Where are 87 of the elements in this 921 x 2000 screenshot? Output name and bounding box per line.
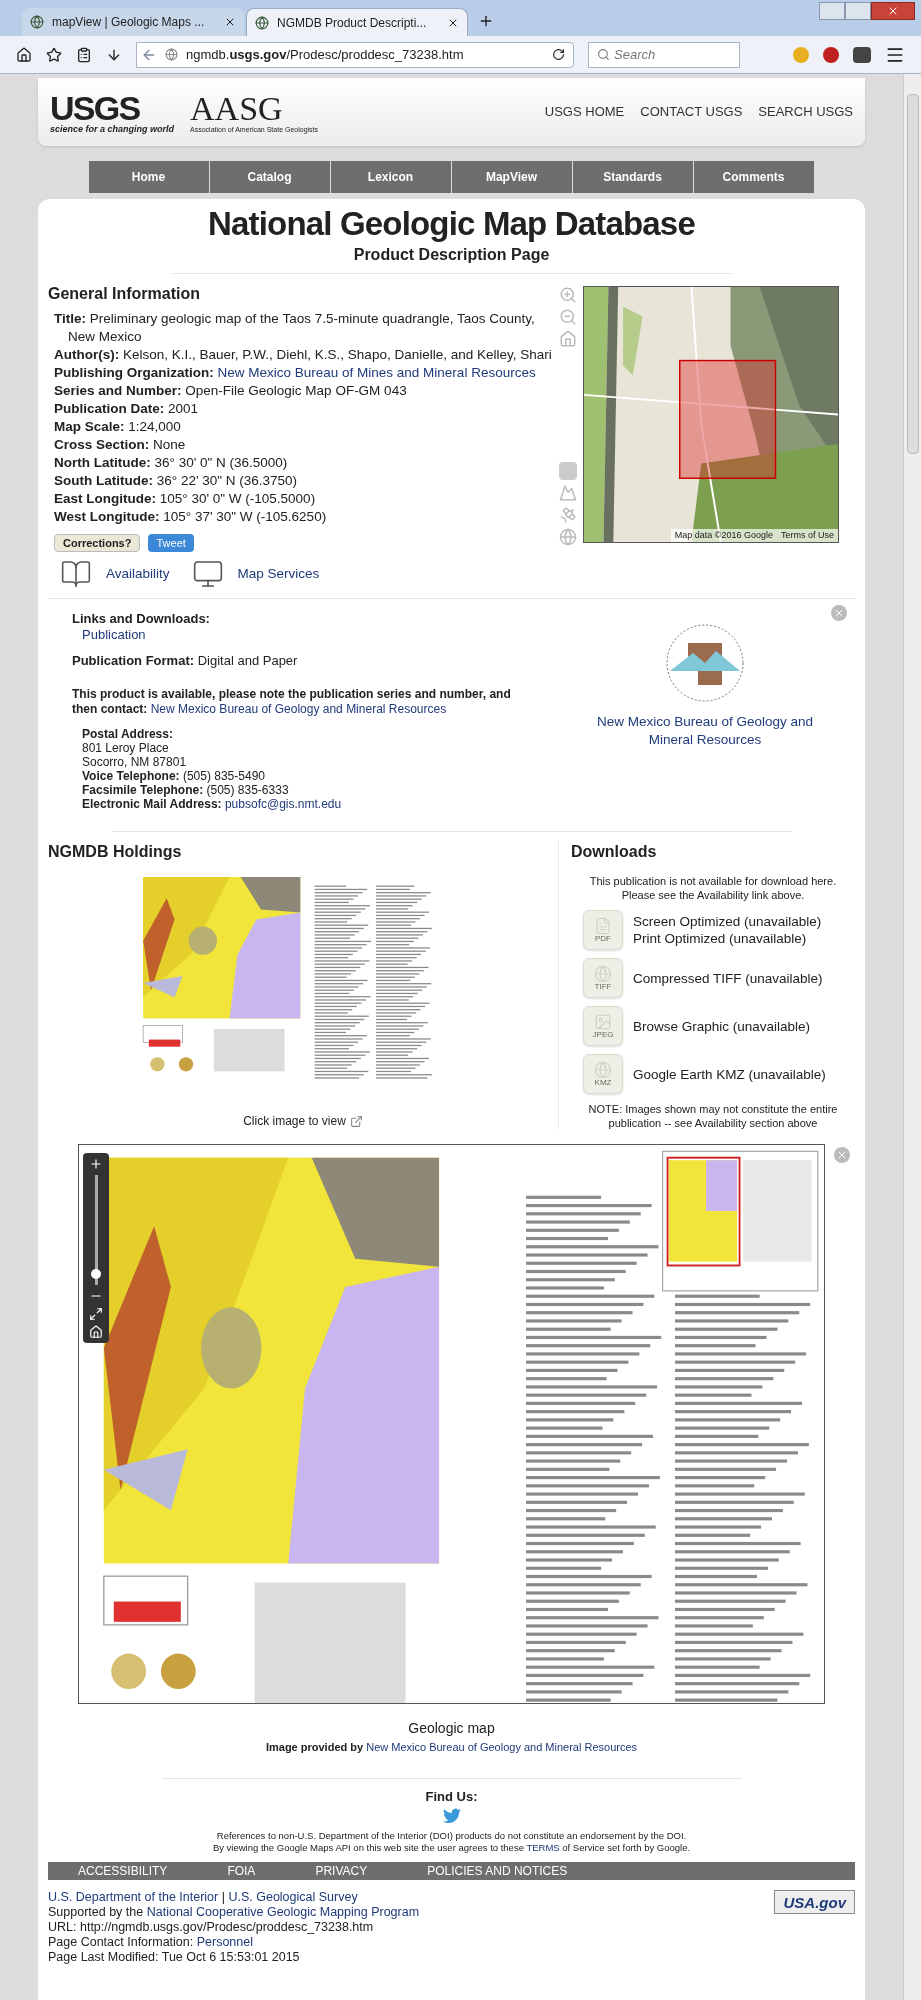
nav-tab[interactable]: Catalog	[209, 161, 331, 193]
browser-tab[interactable]: mapView | Geologic Maps ...	[22, 8, 244, 36]
info-field: Publishing Organization: New Mexico Bureau of Mines and Mineral Resources	[54, 364, 554, 382]
map-attribution: Map data ©2016 Google	[673, 528, 774, 542]
search-field[interactable]: Search	[588, 41, 740, 68]
download-note: This publication is not available for download here.	[588, 874, 838, 888]
organization-link[interactable]: New Mexico Bureau of Mines and Mineral Resources	[217, 365, 536, 380]
section-heading: Downloads	[571, 842, 658, 862]
publication-link[interactable]: Publication	[72, 627, 555, 643]
page-subtitle: Product Description Page	[352, 245, 551, 265]
download-option: Google Earth KMZ (unavailable)	[633, 1065, 826, 1083]
links-heading: Links and Downloads:	[72, 611, 211, 627]
section-heading: General Information	[48, 284, 202, 304]
header-link[interactable]: SEARCH USGS	[758, 102, 853, 122]
header-link[interactable]: USGS HOME	[544, 102, 625, 122]
info-field: Author(s): Kelson, K.I., Bauer, P.W., Diehl, K.S., Shapo, Danielle, and Kelley, Shari	[54, 346, 554, 364]
footer-text: Supported by the National Cooperative Geologic Mapping Program	[48, 1905, 421, 1920]
terms-text: By viewing the Google Maps API on this web site the user agrees to these TERMS of Service set forth by Google.	[211, 1842, 692, 1854]
find-us-label: Find Us:	[424, 1787, 479, 1806]
aasg-logo[interactable]: AASG	[190, 91, 319, 126]
publication-format: Publication Format: Digital and Paper	[72, 653, 299, 669]
download-option: Browse Graphic (unavailable)	[633, 1017, 811, 1035]
footer-text-link[interactable]: U.S. Geological Survey	[228, 1890, 358, 1904]
download-option: Compressed TIFF (unavailable)	[633, 969, 823, 987]
corrections-button[interactable]: Corrections?	[54, 534, 141, 552]
address-line: Postal Address:	[82, 727, 174, 741]
availability-note: This product is available, please note the publication series and number, and then contact: New Mexico Bureau of Geology and Mineral Resources	[72, 687, 512, 717]
info-field: Publication Date: 2001	[54, 400, 554, 418]
address-line: Socorro, NM 87801	[82, 755, 188, 769]
page-title: National Geologic Map Database	[207, 205, 696, 243]
download-note: Please see the Availability link above.	[620, 888, 806, 902]
footer-text: U.S. Department of the Interior | U.S. Geological Survey	[48, 1890, 359, 1905]
footer-link[interactable]: POLICIES AND NOTICES	[427, 1862, 568, 1880]
download-footnote: NOTE: Images shown may not constitute the entire	[587, 1102, 839, 1116]
terms-link[interactable]: TERMS	[526, 1842, 560, 1853]
email-link[interactable]: pubsofc@gis.nmt.edu	[224, 797, 342, 811]
usa-gov-logo[interactable]: USA.gov	[774, 1890, 855, 1914]
address-line: Voice Telephone: (505) 835-5490	[82, 769, 266, 783]
click-note: Click image to view	[243, 1113, 346, 1130]
address-line: 801 Leroy Place	[82, 741, 170, 755]
nav-tab[interactable]: Comments	[693, 161, 815, 193]
nav-tab[interactable]: Lexicon	[330, 161, 452, 193]
download-option: Screen Optimized (unavailable)	[633, 913, 822, 930]
nav-tab[interactable]: Home	[88, 161, 210, 193]
header-link[interactable]: CONTACT USGS	[640, 102, 743, 122]
kmz-file-icon: KMZ	[583, 1054, 623, 1094]
footer-text-link[interactable]: National Cooperative Geologic Mapping Program	[146, 1905, 420, 1919]
nav-tab[interactable]: MapView	[451, 161, 573, 193]
usgs-logo[interactable]: USGS	[50, 90, 175, 125]
section-heading: NGMDB Holdings	[48, 842, 183, 862]
availability-link[interactable]: Availability	[106, 563, 170, 585]
info-field: Title: Preliminary geologic map of the Taos 7.5-minute quadrangle, Taos County, New Mexico	[54, 310, 554, 346]
footer-link[interactable]: FOIA	[227, 1862, 256, 1880]
pdf-file-icon: PDF	[583, 910, 623, 950]
footer-text-link[interactable]: Personnel	[196, 1935, 253, 1949]
address-line: Facsimile Telephone: (505) 835-6333	[82, 783, 290, 797]
info-field: Map Scale: 1:24,000	[54, 418, 554, 436]
map-services-link[interactable]: Map Services	[237, 563, 320, 585]
image-credit: Image provided by New Mexico Bureau of Geology and Mineral Resources	[264, 1740, 639, 1755]
terms-link[interactable]: Terms of Use	[777, 528, 838, 542]
footer-text: Page Contact Information: Personnel	[48, 1935, 254, 1950]
address-line: Electronic Mail Address: pubsofc@gis.nmt.edu	[82, 797, 343, 811]
download-footnote: publication -- see Availability section above	[607, 1116, 819, 1130]
info-field: West Longitude: 105° 37' 30" W (-105.6250)	[54, 508, 554, 526]
viewer-caption: Geologic map	[407, 1719, 496, 1738]
disclaimer-text: References to non-U.S. Department of the Interior (DOI) products do not constitute an endorsement by the DOI.	[215, 1830, 688, 1842]
info-field: South Latitude: 36° 22' 30" N (36.3750)	[54, 472, 554, 490]
info-field: East Longitude: 105° 30' 0" W (-105.5000)	[54, 490, 554, 508]
footer-text: URL: http://ngmdb.usgs.gov/Prodesc/proddesc_73238.htm	[48, 1920, 375, 1935]
browser-tab[interactable]: NGMDB Product Descripti...	[246, 8, 468, 36]
jpeg-file-icon: JPEG	[583, 1006, 623, 1046]
footer-link[interactable]: ACCESSIBILITY	[78, 1862, 168, 1880]
footer-link[interactable]: PRIVACY	[315, 1862, 368, 1880]
tweet-button[interactable]: Tweet	[148, 534, 194, 552]
contact-link[interactable]: New Mexico Bureau of Geology and Mineral Resources	[150, 702, 447, 716]
url-field[interactable]: ngmdb.usgs.gov/Prodesc/proddesc_73238.htm	[136, 41, 574, 68]
nav-tab[interactable]: Standards	[572, 161, 694, 193]
info-field: Series and Number: Open-File Geologic Map OF-GM 043	[54, 382, 554, 400]
footer-text-link[interactable]: U.S. Department of the Interior	[48, 1890, 219, 1904]
info-field: Cross Section: None	[54, 436, 554, 454]
usgs-tagline: science for a changing world	[50, 124, 175, 134]
credit-link[interactable]: New Mexico Bureau of Geology and Mineral Resources	[366, 1741, 638, 1753]
download-option: Print Optimized (unavailable)	[633, 930, 822, 947]
organization-link[interactable]: New Mexico Bureau of Geology and Mineral Resources	[590, 713, 820, 749]
footer-text: Page Last Modified: Tue Oct 6 15:53:01 2015	[48, 1950, 301, 1965]
info-field: North Latitude: 36° 30' 0" N (36.5000)	[54, 454, 554, 472]
tiff-file-icon: TIFF	[583, 958, 623, 998]
